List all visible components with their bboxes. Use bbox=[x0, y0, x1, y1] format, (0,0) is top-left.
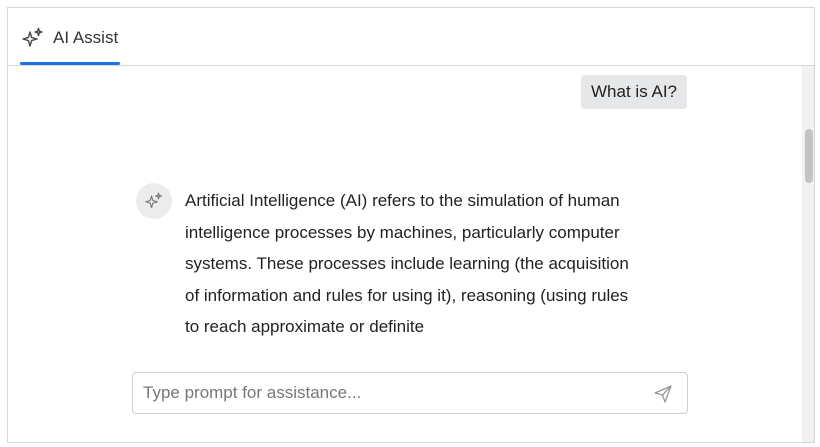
sparkle-icon bbox=[145, 192, 162, 209]
prompt-input[interactable] bbox=[143, 373, 633, 413]
tab-label: AI Assist bbox=[53, 28, 119, 47]
assistant-avatar bbox=[136, 183, 172, 219]
active-tab-indicator bbox=[20, 62, 120, 65]
conversation-area: What is AI? Artificial Intelligence (AI)… bbox=[8, 66, 808, 356]
sparkle-icon bbox=[22, 27, 44, 49]
tab-ai-assist[interactable]: AI Assist bbox=[20, 8, 120, 66]
user-message: What is AI? bbox=[581, 75, 687, 109]
assistant-message: Artificial Intelligence (AI) refers to t… bbox=[185, 191, 629, 336]
tab-bar: AI Assist bbox=[8, 8, 814, 66]
chat-scrollbar[interactable] bbox=[802, 66, 814, 442]
send-button[interactable] bbox=[653, 384, 673, 404]
ai-assist-panel: AI Assist What is AI? Artificial Intelli… bbox=[7, 7, 815, 443]
scrollbar-thumb[interactable] bbox=[805, 129, 813, 183]
prompt-box bbox=[132, 372, 688, 414]
send-icon bbox=[654, 385, 672, 403]
